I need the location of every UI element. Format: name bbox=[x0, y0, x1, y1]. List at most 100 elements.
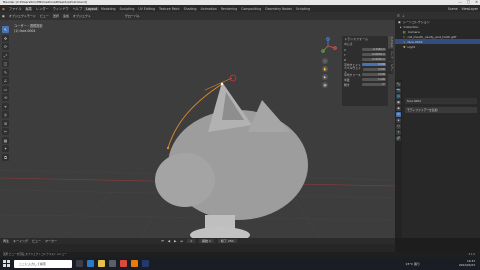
playback-menu[interactable]: 再生 bbox=[3, 239, 9, 243]
current-frame-field[interactable]: 1 bbox=[187, 239, 196, 243]
menu-help[interactable]: ヘルプ bbox=[71, 6, 85, 11]
properties-object-name[interactable]: face.0004 bbox=[405, 98, 477, 104]
jump-start-icon[interactable]: ⏮ bbox=[161, 239, 164, 243]
view-layer-selector[interactable]: ViewLayer bbox=[460, 7, 480, 11]
physics-icon[interactable]: ◉ bbox=[396, 106, 401, 111]
weight-field[interactable]: 0.000 bbox=[362, 62, 386, 67]
blender-logo-icon[interactable]: ◉ bbox=[0, 7, 7, 11]
viewport-3d[interactable]: ▣ オブジェクトモード ビュー 選択 追加 オブジェクト グローバル ユーザー・… bbox=[0, 12, 395, 238]
mode-selector[interactable]: オブジェクトモード bbox=[7, 14, 38, 18]
world-icon[interactable]: 🌐 bbox=[396, 94, 401, 99]
weather-indicator[interactable]: 23°C 曇り bbox=[406, 262, 420, 266]
photoshop-icon[interactable] bbox=[142, 260, 149, 267]
randomize-icon[interactable]: ▦ bbox=[2, 136, 9, 144]
keying-menu[interactable]: キーイング bbox=[13, 239, 28, 243]
menu-window[interactable]: ウィンドウ bbox=[51, 6, 71, 11]
workspace-tab-layout[interactable]: Layout bbox=[84, 6, 100, 11]
constraint-icon[interactable]: ◈ bbox=[396, 118, 401, 123]
store-icon[interactable] bbox=[109, 260, 116, 267]
select-menu[interactable]: 選択 bbox=[51, 14, 61, 18]
workspace-tab-uv-editing[interactable]: UV Editing bbox=[136, 7, 157, 11]
taskbar-search-input[interactable]: ここに入力して検索 bbox=[14, 259, 72, 268]
tilt-field[interactable]: 0° bbox=[362, 82, 386, 87]
menu-edit[interactable]: 編集 bbox=[24, 6, 34, 11]
duplicate-icon[interactable]: ⧉ bbox=[2, 153, 9, 161]
pan-icon[interactable]: ✋ bbox=[322, 66, 328, 72]
filter-icon[interactable]: ⏚ bbox=[402, 14, 405, 18]
view-menu-timeline[interactable]: ビュー bbox=[32, 239, 41, 243]
outliner-item[interactable]: ✺ Light bbox=[395, 44, 480, 49]
z-field[interactable]: 0.20000 m bbox=[362, 57, 386, 62]
tab-item[interactable]: アイテム bbox=[388, 36, 393, 48]
timeline: 再生 キーイング ビュー マーカー ⏮ ◀ ▶ ⏭ 1 開始 1 終了 250 bbox=[0, 238, 395, 252]
radius-icon[interactable]: ◎ bbox=[2, 111, 9, 118]
crease-field[interactable]: 0.000 bbox=[362, 72, 386, 77]
radius-field[interactable]: 1.000 bbox=[362, 77, 386, 82]
workspace-tab-animation[interactable]: Animation bbox=[199, 7, 219, 11]
workspace-tab-sculpting[interactable]: Sculpting bbox=[118, 7, 137, 11]
transform-orientation[interactable]: グローバル bbox=[123, 14, 142, 18]
render-icon[interactable]: 📷 bbox=[396, 88, 401, 93]
shear-icon[interactable]: ✦ bbox=[2, 145, 9, 152]
cat-model bbox=[155, 82, 308, 238]
grid-icon[interactable]: ▦ bbox=[322, 82, 328, 88]
jump-end-icon[interactable]: ⏭ bbox=[180, 239, 183, 243]
zoom-icon[interactable]: ⌕ bbox=[322, 58, 328, 64]
edge-icon[interactable] bbox=[87, 260, 94, 267]
add-menu[interactable]: 追加 bbox=[61, 14, 71, 18]
annotate-icon[interactable]: ✎ bbox=[2, 68, 9, 76]
select-box-icon[interactable]: ↖ bbox=[2, 26, 9, 33]
workspace-tab-rendering[interactable]: Rendering bbox=[219, 7, 239, 11]
task-view-icon[interactable] bbox=[76, 260, 83, 267]
chrome-icon[interactable] bbox=[120, 260, 127, 267]
transform-icon[interactable]: ◫ bbox=[2, 60, 9, 67]
scale-icon[interactable]: ⤢ bbox=[2, 51, 9, 59]
n-panel-title: トランスフォーム bbox=[344, 37, 368, 41]
measure-icon[interactable]: ∠ bbox=[2, 77, 9, 84]
blender-taskbar-icon[interactable] bbox=[131, 260, 138, 267]
object-menu[interactable]: オブジェクト bbox=[71, 14, 93, 18]
file-explorer-icon[interactable] bbox=[98, 260, 105, 267]
pen-icon[interactable]: ⊞ bbox=[2, 119, 9, 127]
windows-start-icon[interactable] bbox=[3, 260, 10, 267]
extrude-icon[interactable]: ▭ bbox=[2, 85, 9, 93]
rotate-icon[interactable]: ⟳ bbox=[2, 43, 9, 50]
bevel-weight-field[interactable]: 0.000 bbox=[362, 67, 386, 72]
object-props-icon[interactable]: ▣ bbox=[396, 100, 401, 105]
menu-render[interactable]: レンダー bbox=[34, 6, 51, 11]
marker-menu[interactable]: マーカー bbox=[45, 239, 57, 243]
y-field[interactable]: 0.00000 m bbox=[362, 52, 386, 57]
knife-icon[interactable]: ✂ bbox=[2, 128, 9, 135]
play-reverse-icon[interactable]: ◀ bbox=[168, 239, 170, 243]
workspace-tab-compositing[interactable]: Compositing bbox=[239, 7, 263, 11]
start-frame-field[interactable]: 開始 1 bbox=[199, 239, 214, 243]
editor-type-icon[interactable]: ▣ bbox=[0, 14, 7, 18]
workspace-tab-modeling[interactable]: Modeling bbox=[99, 7, 118, 11]
navigation-buttons: ⌕ ✋ ▶ ▦ bbox=[322, 58, 328, 88]
menu-file[interactable]: ファイル bbox=[7, 6, 24, 11]
view-menu[interactable]: ビュー bbox=[38, 14, 51, 18]
navigation-gizmo[interactable]: X Y Z bbox=[318, 36, 338, 56]
end-frame-field[interactable]: 終了 250 bbox=[217, 239, 237, 243]
scene-selector[interactable]: Scene bbox=[446, 7, 460, 11]
add-modifier-button[interactable]: モディファイアーを追加 bbox=[405, 107, 477, 113]
workspace-tab-geometry-nodes[interactable]: Geometry Nodes bbox=[263, 7, 294, 11]
tab-view[interactable]: ビュー bbox=[388, 62, 393, 74]
modifier-icon[interactable]: ⚙ bbox=[396, 112, 401, 117]
x-field[interactable]: -0.0162 m bbox=[362, 47, 386, 52]
cursor-icon[interactable]: ✥ bbox=[2, 34, 9, 42]
workspace-tab-shading[interactable]: Shading bbox=[182, 7, 199, 11]
outliner-icon[interactable]: ☰ bbox=[397, 14, 400, 18]
workspace-tab-scripting[interactable]: Scripting bbox=[294, 7, 312, 11]
texture-icon[interactable]: 🔗 bbox=[396, 136, 401, 141]
play-icon[interactable]: ▶ bbox=[174, 239, 176, 243]
data-icon[interactable]: ⬡ bbox=[396, 124, 401, 129]
tool-icon[interactable]: 🔧 bbox=[396, 82, 401, 87]
workspace-tab-texture-paint[interactable]: Texture Paint bbox=[157, 7, 182, 11]
draw-icon[interactable]: ⌖ bbox=[2, 102, 9, 110]
tilt-icon[interactable]: ⟲ bbox=[2, 94, 9, 101]
system-clock[interactable]: 16:33 2022/04/23 bbox=[459, 259, 475, 267]
tab-tool[interactable]: ツール bbox=[388, 49, 393, 61]
material-icon[interactable]: ✦ bbox=[396, 130, 401, 135]
camera-view-icon[interactable]: ▶ bbox=[322, 74, 328, 80]
